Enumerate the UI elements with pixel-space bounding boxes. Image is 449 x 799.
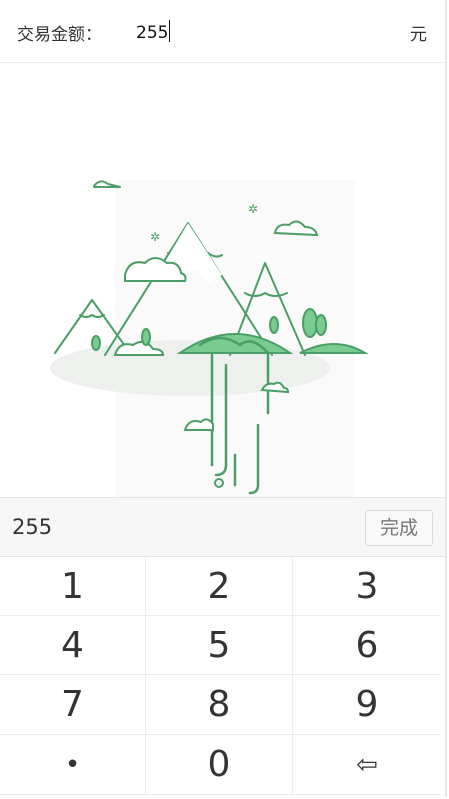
keypad-toolbar: 255 完成 — [0, 497, 445, 557]
svg-text:✲: ✲ — [248, 202, 258, 216]
text-caret — [169, 20, 171, 42]
numeric-keypad: 255 完成 1 2 3 4 5 6 7 8 9 • 0 ⇦ — [0, 497, 445, 797]
key-8[interactable]: 8 — [146, 675, 293, 735]
svg-text:✲: ✲ — [150, 230, 160, 244]
key-7[interactable]: 7 — [0, 675, 146, 735]
key-1[interactable]: 1 — [0, 557, 146, 616]
key-2[interactable]: 2 — [146, 557, 293, 616]
amount-value-text: 255 — [136, 23, 169, 43]
keypad-display: 255 — [12, 515, 53, 539]
mountain-landscape-illustration: ✲ ✲ — [50, 180, 369, 500]
done-button[interactable]: 完成 — [365, 510, 433, 546]
key-0[interactable]: 0 — [146, 735, 293, 795]
key-4[interactable]: 4 — [0, 616, 146, 675]
key-3[interactable]: 3 — [293, 557, 441, 616]
amount-input[interactable]: 255 — [136, 20, 171, 43]
key-5[interactable]: 5 — [146, 616, 293, 675]
backspace-icon[interactable]: ⇦ — [293, 735, 441, 795]
key-decimal-point[interactable]: • — [0, 735, 146, 795]
currency-unit: 元 — [410, 25, 427, 45]
amount-row[interactable]: 交易金额： 255 元 — [0, 0, 445, 63]
key-6[interactable]: 6 — [293, 616, 441, 675]
key-grid: 1 2 3 4 5 6 7 8 9 • 0 ⇦ — [0, 557, 441, 795]
key-9[interactable]: 9 — [293, 675, 441, 735]
amount-label: 交易金额： — [17, 25, 102, 45]
